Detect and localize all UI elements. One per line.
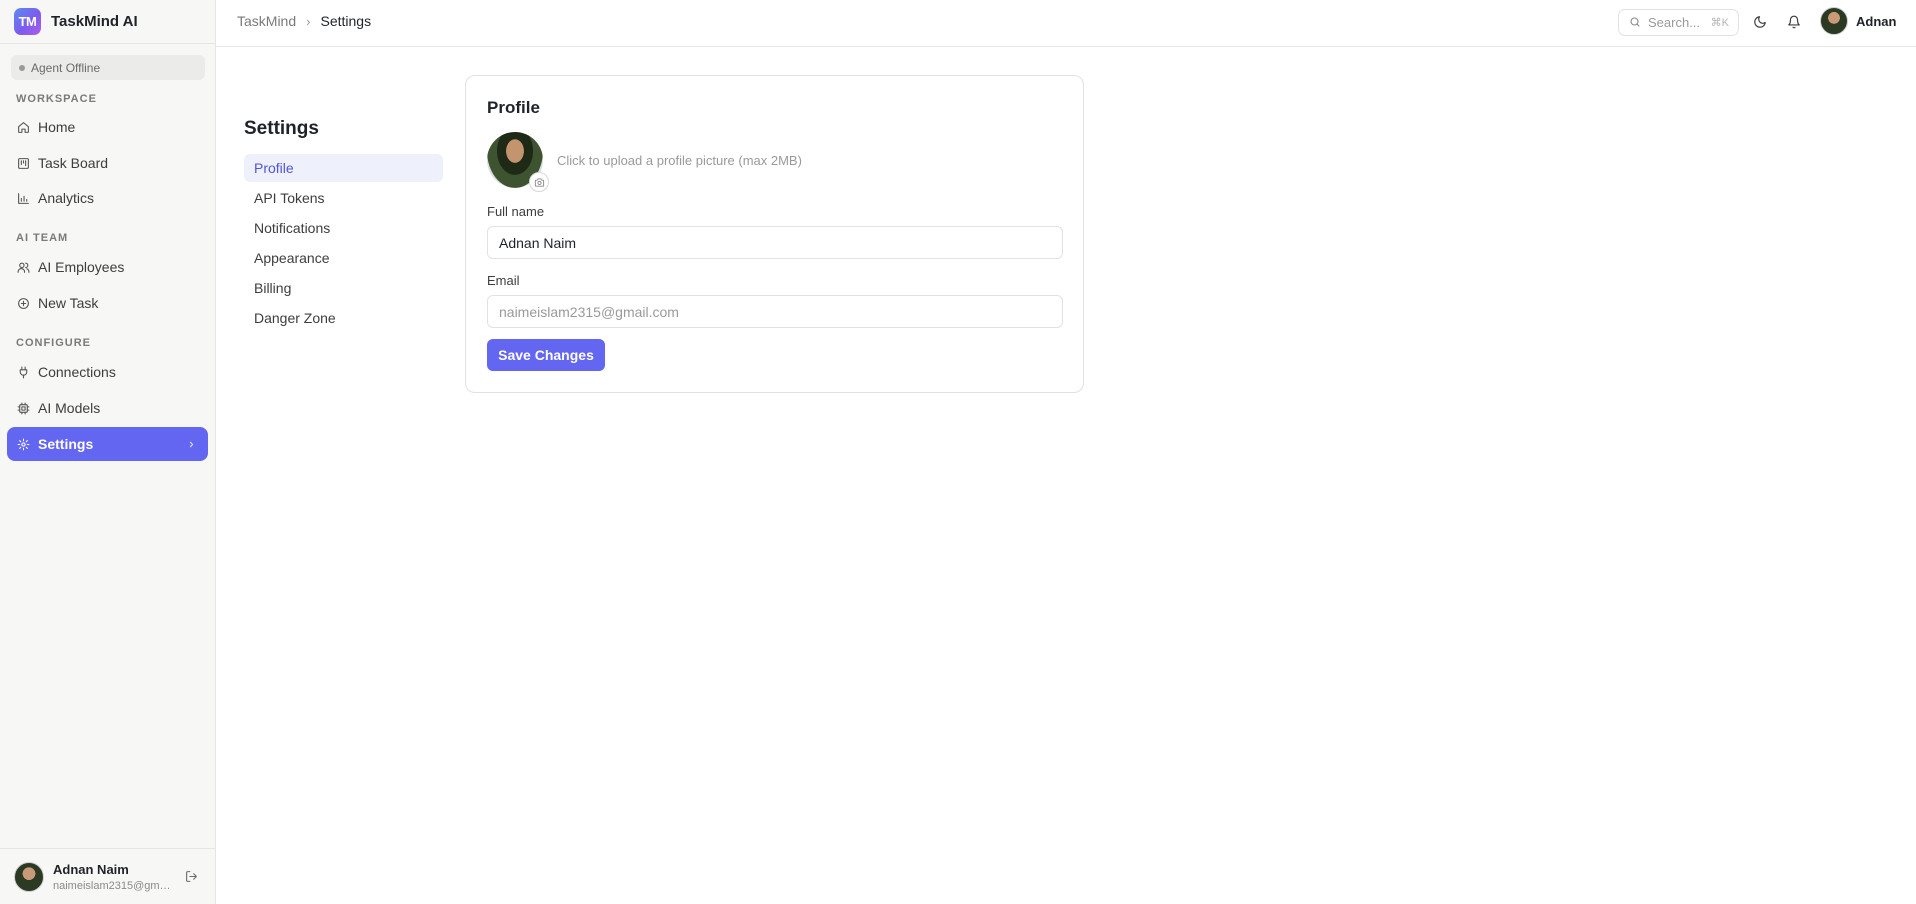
breadcrumb-current: Settings [320, 13, 372, 29]
search-icon [1629, 16, 1642, 29]
cpu-icon [16, 401, 30, 415]
card-title: Profile [487, 98, 540, 117]
users-icon [16, 260, 30, 274]
agent-status-label: Agent Offline [31, 60, 101, 75]
settings-nav: Profile API Tokens Notifications Appeara… [244, 154, 443, 334]
home-icon [16, 120, 30, 134]
sidebar-item-label: AI Models [38, 400, 101, 416]
settings-nav-notifications[interactable]: Notifications [244, 214, 443, 242]
settings-nav-billing[interactable]: Billing [244, 274, 443, 302]
section-label-ai-team: AI TEAM [16, 232, 69, 244]
avatar [14, 861, 44, 892]
breadcrumb-separator-icon: › [306, 13, 311, 29]
upload-hint[interactable]: Click to upload a profile picture (max 2… [557, 153, 802, 168]
moon-icon[interactable] [1751, 13, 1769, 31]
sidebar-item-label: Home [38, 119, 76, 135]
settings-nav-api-tokens[interactable]: API Tokens [244, 184, 443, 212]
breadcrumb: TaskMind › Settings [237, 13, 371, 29]
gear-icon [16, 437, 30, 451]
sidebar-item-new-task[interactable]: New Task [7, 286, 208, 320]
sidebar-item-task-board[interactable]: Task Board [7, 146, 208, 180]
sidebar-item-connections[interactable]: Connections [7, 355, 208, 389]
plug-icon [16, 365, 30, 379]
sidebar-item-label: Settings [38, 436, 94, 452]
full-name-label: Full name [487, 204, 545, 219]
brand[interactable]: TM TaskMind AI [0, 0, 215, 44]
camera-icon[interactable] [529, 172, 549, 192]
sidebar-user-card[interactable]: Adnan Naim naimeislam2315@gma... [0, 848, 215, 904]
sidebar: TM TaskMind AI Agent Offline WORKSPACE H… [0, 0, 216, 904]
full-name-field[interactable]: Adnan Naim [487, 226, 1063, 259]
settings-nav-danger-zone[interactable]: Danger Zone [244, 304, 443, 332]
topbar: TaskMind › Settings Search... ⌘K Adnan [216, 0, 1916, 47]
plus-circle-icon [16, 296, 30, 310]
sidebar-item-label: Analytics [38, 190, 95, 206]
section-label-configure: CONFIGURE [16, 337, 91, 349]
chevron-right-icon [184, 437, 198, 451]
top-username[interactable]: Adnan [1856, 14, 1896, 29]
sidebar-item-ai-models[interactable]: AI Models [7, 391, 208, 425]
sidebar-item-label: New Task [38, 295, 99, 311]
search-shortcut: ⌘K [1710, 17, 1729, 29]
agent-status-badge: Agent Offline [11, 55, 205, 80]
sidebar-item-label: Task Board [38, 155, 109, 171]
email-label: Email [487, 273, 520, 288]
avatar[interactable] [1820, 7, 1848, 35]
section-label-workspace: WORKSPACE [16, 93, 97, 105]
sidebar-item-analytics[interactable]: Analytics [7, 181, 208, 215]
status-dot-icon [19, 64, 25, 71]
user-email: naimeislam2315@gma... [53, 879, 171, 892]
sidebar-item-label: AI Employees [38, 259, 125, 275]
bar-chart-icon [16, 191, 30, 205]
app-name: TaskMind AI [51, 13, 138, 30]
sidebar-item-ai-employees[interactable]: AI Employees [7, 250, 208, 284]
breadcrumb-root[interactable]: TaskMind [237, 13, 296, 29]
logout-icon[interactable] [183, 869, 199, 885]
save-button[interactable]: Save Changes [487, 339, 605, 371]
kanban-icon [16, 156, 30, 170]
email-field[interactable]: naimeislam2315@gmail.com [487, 295, 1063, 328]
settings-nav-appearance[interactable]: Appearance [244, 244, 443, 272]
search-input[interactable]: Search... ⌘K [1618, 9, 1739, 36]
search-placeholder: Search... [1648, 15, 1701, 30]
page-title: Settings [244, 118, 319, 139]
user-name: Adnan Naim [53, 861, 129, 877]
settings-nav-profile[interactable]: Profile [244, 154, 443, 182]
sidebar-item-settings[interactable]: Settings [7, 427, 208, 461]
user-info: Adnan Naim naimeislam2315@gma... [53, 862, 171, 892]
app-logo: TM [14, 8, 41, 35]
profile-card: Profile Click to upload a profile pictur… [465, 75, 1084, 393]
sidebar-item-label: Connections [38, 364, 116, 380]
bell-icon[interactable] [1785, 13, 1803, 31]
sidebar-item-home[interactable]: Home [7, 110, 208, 144]
